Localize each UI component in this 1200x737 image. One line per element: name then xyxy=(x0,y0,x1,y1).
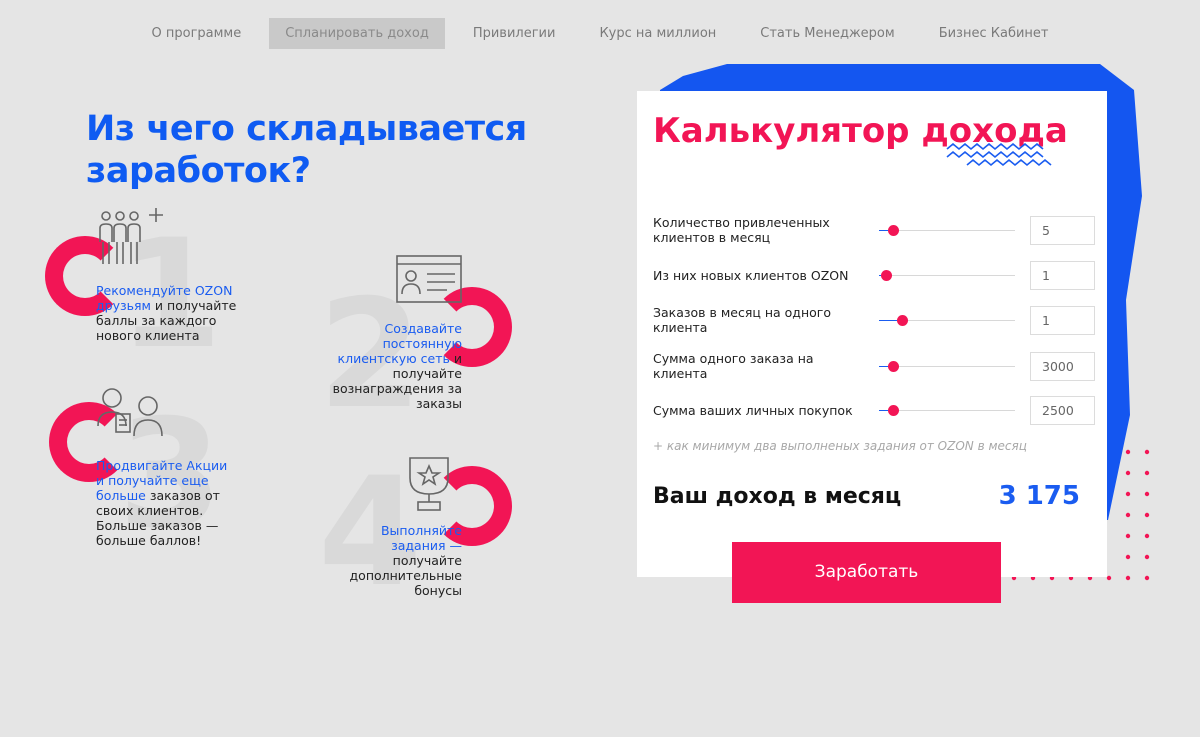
calc-row-order-sum: Сумма одного заказа на клиента xyxy=(653,351,1095,385)
slider-attracted-clients[interactable] xyxy=(879,225,1015,236)
decor-dot xyxy=(1125,512,1131,518)
decor-dot xyxy=(1144,575,1150,581)
decor-dot xyxy=(1144,470,1150,476)
row-label: Заказов в месяц на одного клиента xyxy=(653,305,831,335)
row-label: Из них новых клиентов OZON xyxy=(653,268,849,283)
calc-row-orders-per-client: Заказов в месяц на одного клиента xyxy=(653,305,1095,339)
decor-dot xyxy=(1125,449,1131,455)
slider-order-sum[interactable] xyxy=(879,361,1015,372)
zigzag-decoration xyxy=(946,143,1052,167)
decor-dot xyxy=(1144,491,1150,497)
decor-dot xyxy=(1144,533,1150,539)
income-value: 3 175 xyxy=(998,481,1080,511)
slider-new-clients[interactable] xyxy=(879,270,1015,281)
decor-dot xyxy=(1125,575,1131,581)
input-personal-purchases[interactable] xyxy=(1030,396,1095,425)
tasks-note: + как минимум два выполненых задания от … xyxy=(653,439,1027,453)
calc-row-personal-purchases: Сумма ваших личных покупок xyxy=(653,396,1095,437)
slider-orders-per-client[interactable] xyxy=(879,315,1015,326)
slider-personal-purchases[interactable] xyxy=(879,405,1015,416)
earn-button[interactable]: Заработать xyxy=(732,542,1001,603)
decor-dot xyxy=(1144,512,1150,518)
decor-dot xyxy=(1144,554,1150,560)
decor-dot xyxy=(1144,449,1150,455)
income-label: Ваш доход в месяц xyxy=(653,484,902,509)
row-label: Сумма ваших личных покупок xyxy=(653,403,853,418)
calc-row-new-clients: Из них новых клиентов OZON xyxy=(653,261,1095,302)
input-attracted-clients[interactable] xyxy=(1030,216,1095,245)
decor-dot xyxy=(1125,470,1131,476)
row-label: Количество привлеченных клиентов в месяц xyxy=(653,215,830,245)
income-calculator-card: Калькулятор дохода Количество привлеченн… xyxy=(637,91,1107,577)
decor-dot xyxy=(1106,575,1112,581)
calc-row-attracted-clients: Количество привлеченных клиентов в месяц xyxy=(653,215,1095,249)
decor-dot xyxy=(1125,554,1131,560)
decor-dot xyxy=(1125,533,1131,539)
input-new-clients[interactable] xyxy=(1030,261,1095,290)
decor-dot xyxy=(1125,491,1131,497)
row-label: Сумма одного заказа на клиента xyxy=(653,351,814,381)
input-orders-per-client[interactable] xyxy=(1030,306,1095,335)
input-order-sum[interactable] xyxy=(1030,352,1095,381)
